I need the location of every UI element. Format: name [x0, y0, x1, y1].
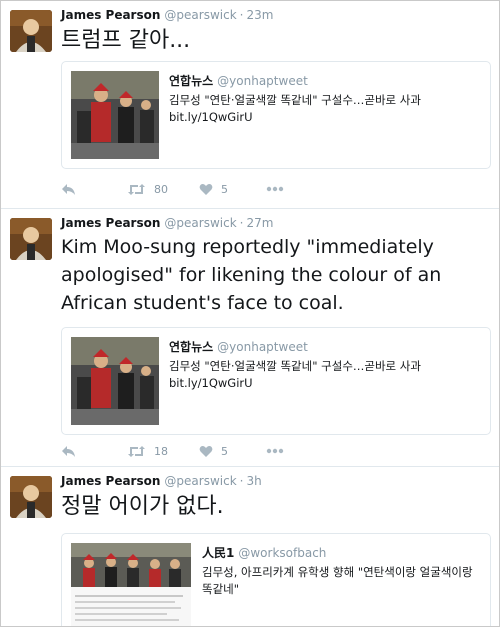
- timestamp[interactable]: 3h: [246, 474, 261, 488]
- author-handle[interactable]: @pearswick: [164, 8, 236, 22]
- retweet-count: 18: [154, 444, 168, 458]
- card-thumbnail: [71, 543, 191, 626]
- retweet-button[interactable]: 18: [127, 442, 168, 460]
- card-source: 연합뉴스 @yonhaptweet: [169, 338, 308, 355]
- avatar-image: [10, 218, 52, 260]
- card-link[interactable]: bit.ly/1QwGirU: [169, 375, 481, 392]
- like-button[interactable]: 5: [199, 180, 228, 198]
- retweet-button[interactable]: 80: [127, 180, 168, 198]
- more-icon: [266, 186, 284, 192]
- like-count: 5: [221, 444, 228, 458]
- tweet-actions: 80 5: [61, 180, 321, 198]
- more-button[interactable]: [266, 180, 284, 198]
- card-text: 김무성 "연탄·얼굴색깔 똑같네" 구설수…곧바로 사과 bit.ly/1QwG…: [169, 358, 481, 392]
- quoted-tweet-card[interactable]: 연합뉴스 @yonhaptweet 김무성 "연탄·얼굴색깔 똑같네" 구설수…곧…: [61, 327, 491, 435]
- avatar-image: [10, 10, 52, 52]
- retweet-count: 80: [154, 182, 168, 196]
- timestamp[interactable]: 27m: [246, 216, 273, 230]
- card-source-name[interactable]: 연합뉴스: [169, 340, 213, 354]
- card-text: 김무성, 아프리카계 유학생 향해 "연탄색이랑 얼굴색이랑 똑같네": [202, 564, 482, 598]
- author-name[interactable]: James Pearson: [61, 474, 160, 488]
- reply-button[interactable]: [61, 442, 76, 460]
- like-button[interactable]: 5: [199, 442, 228, 460]
- card-headline: 김무성 "연탄·얼굴색깔 똑같네" 구설수…곧바로 사과: [169, 93, 421, 107]
- card-link[interactable]: bit.ly/1QwGirU: [169, 109, 481, 126]
- timeline: James Pearson@pearswick·23m 트럼프 같아...: [0, 0, 500, 627]
- author-handle[interactable]: @pearswick: [164, 216, 236, 230]
- card-source-handle[interactable]: @worksofbach: [238, 546, 326, 560]
- tweet-header: James Pearson @pearswick · 3h: [61, 474, 262, 488]
- avatar[interactable]: [10, 218, 52, 260]
- card-headline: 김무성 "연탄·얼굴색깔 똑같네" 구설수…곧바로 사과: [169, 359, 421, 373]
- author-handle[interactable]: @pearswick: [164, 474, 236, 488]
- timestamp[interactable]: 23m: [246, 8, 273, 22]
- card-thumbnail: [71, 337, 159, 425]
- reply-icon: [62, 183, 75, 195]
- card-source-handle[interactable]: @yonhaptweet: [217, 74, 308, 88]
- tweet-text: 트럼프 같아...: [61, 28, 191, 53]
- avatar-image: [10, 476, 52, 518]
- card-headline: 김무성, 아프리카계 유학생 향해 "연탄색이랑 얼굴색이랑 똑같네": [202, 565, 473, 596]
- reply-button[interactable]: [61, 180, 76, 198]
- tweet-actions: 18 5: [61, 442, 321, 460]
- retweet-icon: [128, 445, 145, 457]
- reply-icon: [62, 445, 75, 457]
- tweet[interactable]: James Pearson@pearswick·23m 트럼프 같아...: [1, 1, 499, 209]
- author-name[interactable]: James Pearson: [61, 8, 160, 22]
- card-source: 人民1 @worksofbach: [202, 544, 326, 561]
- card-source-handle[interactable]: @yonhaptweet: [217, 340, 308, 354]
- quoted-tweet-card[interactable]: 연합뉴스 @yonhaptweet 김무성 "연탄·얼굴색깔 똑같네" 구설수…곧…: [61, 61, 491, 169]
- avatar[interactable]: [10, 10, 52, 52]
- more-button[interactable]: [266, 442, 284, 460]
- tweet-header: James Pearson @pearswick · 23m: [61, 8, 274, 22]
- card-source-name[interactable]: 人民1: [202, 546, 234, 560]
- heart-icon: [199, 445, 213, 457]
- tweet-header: James Pearson @pearswick · 27m: [61, 216, 274, 230]
- card-thumbnail: [71, 71, 159, 159]
- tweet[interactable]: James Pearson@pearswick·3h 정말 어이가 없다.: [1, 467, 499, 626]
- card-text: 김무성 "연탄·얼굴색깔 똑같네" 구설수…곧바로 사과 bit.ly/1QwG…: [169, 92, 481, 126]
- more-icon: [266, 448, 284, 454]
- card-source: 연합뉴스 @yonhaptweet: [169, 72, 308, 89]
- card-source-name[interactable]: 연합뉴스: [169, 74, 213, 88]
- avatar[interactable]: [10, 476, 52, 518]
- tweet-text: Kim Moo-sung reportedly "immediately apo…: [61, 236, 442, 314]
- tweet[interactable]: James Pearson @pearswick · 27m Kim Moo-sung…: [1, 209, 499, 467]
- author-name[interactable]: James Pearson: [61, 216, 160, 230]
- heart-icon: [199, 183, 213, 195]
- tweet-text: 정말 어이가 없다.: [61, 494, 224, 519]
- retweet-icon: [128, 183, 145, 195]
- like-count: 5: [221, 182, 228, 196]
- quoted-tweet-card[interactable]: 人民1 @worksofbach 김무성, 아프리카계 유학생 향해 "연탄색이랑…: [61, 533, 491, 626]
